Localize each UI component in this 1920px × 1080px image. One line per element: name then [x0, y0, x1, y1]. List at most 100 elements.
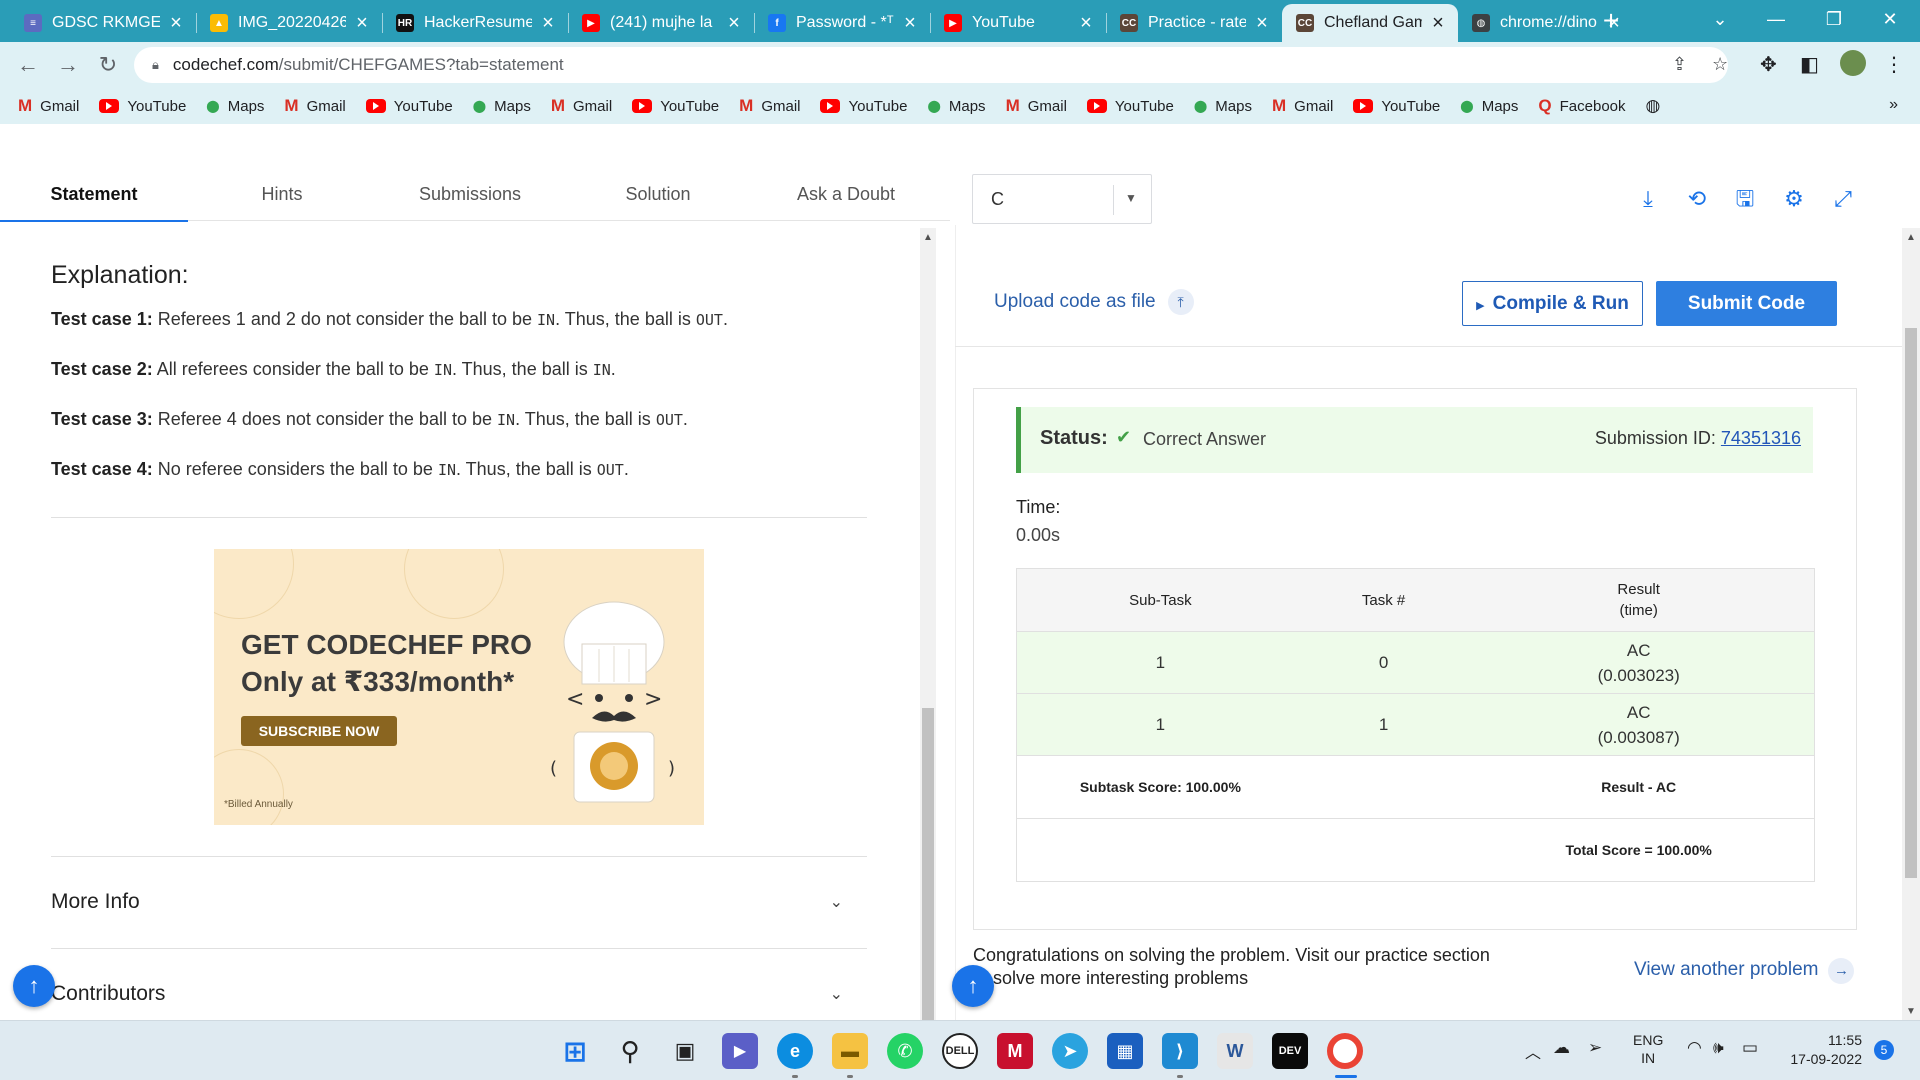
save-icon[interactable]: 🖫︎: [1730, 184, 1760, 214]
tab-search-icon[interactable]: ⌄: [1692, 0, 1748, 38]
scroll-down-icon[interactable]: ▼: [1906, 1006, 1916, 1017]
store-icon[interactable]: ▦: [1107, 1033, 1143, 1069]
codechef-pro-ad[interactable]: GET CODECHEF PRO Only at ₹333/month* SUB…: [214, 549, 704, 825]
bookmark-item[interactable]: YouTube: [820, 98, 907, 115]
close-tab-icon[interactable]: ×: [1428, 12, 1448, 35]
browser-tab[interactable]: f Password - *ᵀ ×: [754, 4, 931, 42]
menu-kebab-icon[interactable]: ⋮: [1884, 52, 1904, 77]
bookmark-item[interactable]: ⬤ Maps: [206, 98, 264, 115]
browser-tab[interactable]: ▲ IMG_20220426 ×: [196, 4, 383, 42]
address-bar[interactable]: 🔒︎ codechef.com/submit/CHEFGAMES?tab=sta…: [134, 47, 1728, 83]
profile-avatar[interactable]: [1840, 50, 1866, 76]
bookmark-item[interactable]: Q Facebook: [1538, 96, 1625, 116]
contributors-accordion[interactable]: Contributors ⌄: [51, 982, 867, 1006]
bookmark-item[interactable]: M Gmail: [1272, 96, 1333, 116]
bookmark-item[interactable]: YouTube: [1353, 98, 1440, 115]
tray-overflow-icon[interactable]: ︿: [1525, 1039, 1541, 1063]
bookmark-item[interactable]: M Gmail: [1006, 96, 1067, 116]
tab-hints[interactable]: Hints: [188, 161, 376, 221]
mcafee-icon[interactable]: M: [997, 1033, 1033, 1069]
scrollbar-thumb[interactable]: [922, 708, 934, 1020]
scrollbar-thumb[interactable]: [1905, 328, 1917, 878]
close-tab-icon[interactable]: ×: [352, 12, 372, 35]
browser-tab[interactable]: ▶ YouTube ×: [930, 4, 1107, 42]
battery-icon[interactable]: ▭: [1742, 1038, 1758, 1058]
browser-tab[interactable]: ▶ (241) mujhe la ×: [568, 4, 755, 42]
reload-icon[interactable]: ↻: [92, 49, 124, 81]
minimize-icon[interactable]: —: [1748, 0, 1804, 38]
close-tab-icon[interactable]: ×: [166, 12, 186, 35]
bookmark-item[interactable]: M Gmail: [739, 96, 800, 116]
location-icon[interactable]: ➢: [1588, 1038, 1602, 1058]
tab-solution[interactable]: Solution: [564, 161, 752, 221]
compile-run-button[interactable]: ▶ Compile & Run: [1462, 281, 1643, 326]
upload-code-link[interactable]: Upload code as file ⤒: [994, 289, 1194, 315]
chrome-icon[interactable]: [1327, 1033, 1363, 1069]
scroll-top-button[interactable]: ↑: [952, 965, 994, 1007]
whatsapp-icon[interactable]: ✆: [887, 1033, 923, 1069]
close-tab-icon[interactable]: ×: [1252, 12, 1272, 35]
chat-icon[interactable]: ▶: [722, 1033, 758, 1069]
settings-gear-icon[interactable]: ⚙: [1779, 184, 1809, 214]
close-tab-icon[interactable]: ×: [538, 12, 558, 35]
scroll-up-icon[interactable]: ▲: [923, 232, 933, 243]
language-select[interactable]: C ▼: [972, 174, 1152, 224]
task-view-icon[interactable]: ▣: [667, 1033, 703, 1069]
edge-icon[interactable]: e: [777, 1033, 813, 1069]
browser-tab[interactable]: HR HackerResume ×: [382, 4, 569, 42]
file-explorer-icon[interactable]: ▬: [832, 1033, 868, 1069]
telegram-icon[interactable]: ➤: [1052, 1033, 1088, 1069]
problem-scrollbar[interactable]: ▲: [920, 228, 936, 1020]
submission-id-link[interactable]: 74351316: [1721, 428, 1801, 448]
search-icon[interactable]: ⚲: [612, 1033, 648, 1069]
volume-icon[interactable]: 🕪︎: [1713, 1038, 1724, 1058]
bookmark-item[interactable]: M Gmail: [284, 96, 345, 116]
share-icon[interactable]: ⇪: [1672, 54, 1687, 75]
bookmark-item[interactable]: YouTube: [99, 98, 186, 115]
browser-tab[interactable]: CC Practice - rate ×: [1106, 4, 1282, 42]
tab-statement[interactable]: Statement: [0, 161, 188, 222]
restore-icon[interactable]: ❐: [1806, 0, 1862, 38]
fullscreen-icon[interactable]: ⤢: [1828, 184, 1858, 214]
back-icon[interactable]: ←: [12, 49, 44, 81]
reset-icon[interactable]: ⟲: [1682, 184, 1712, 214]
new-tab-button[interactable]: +: [1596, 6, 1626, 36]
dev-icon[interactable]: DEV: [1272, 1033, 1308, 1069]
clock[interactable]: 11:55 17-09-2022: [1782, 1031, 1862, 1069]
bookmark-item[interactable]: YouTube: [365, 98, 453, 115]
download-icon[interactable]: ⤓: [1633, 184, 1663, 214]
more-bookmarks-icon[interactable]: »: [1889, 96, 1898, 114]
bookmark-item[interactable]: M Gmail: [551, 96, 612, 116]
bookmark-item[interactable]: ⬤ Maps: [473, 98, 531, 115]
language-indicator[interactable]: ENG IN: [1633, 1031, 1663, 1067]
windows-start-icon[interactable]: ⊞: [557, 1033, 593, 1069]
vscode-icon[interactable]: ⟩: [1162, 1033, 1198, 1069]
wifi-icon[interactable]: ◠: [1687, 1038, 1702, 1058]
close-tab-icon[interactable]: ×: [724, 12, 744, 35]
notification-badge[interactable]: 5: [1874, 1040, 1894, 1060]
view-another-problem-link[interactable]: View another problem →: [1634, 958, 1855, 984]
subscribe-button[interactable]: SUBSCRIBE NOW: [241, 716, 397, 746]
bookmark-item[interactable]: ⬤ Maps: [1194, 98, 1252, 115]
side-panel-icon[interactable]: ◧: [1800, 52, 1819, 77]
extensions-icon[interactable]: ✥: [1760, 52, 1777, 77]
tab-ask-doubt[interactable]: Ask a Doubt: [752, 161, 940, 221]
forward-icon[interactable]: →: [52, 49, 84, 81]
bookmark-item[interactable]: ⬤ Maps: [1460, 98, 1518, 115]
result-scrollbar[interactable]: ▲ ▼: [1902, 228, 1920, 1020]
scroll-up-icon[interactable]: ▲: [1906, 232, 1916, 243]
bookmark-item[interactable]: YouTube: [1086, 98, 1174, 115]
scroll-top-button[interactable]: ↑: [13, 965, 55, 1007]
bookmark-item[interactable]: YouTube: [632, 98, 719, 115]
submit-code-button[interactable]: Submit Code: [1656, 281, 1837, 326]
close-tab-icon[interactable]: ×: [1076, 12, 1096, 35]
bookmark-star-icon[interactable]: ☆: [1712, 54, 1728, 75]
more-info-accordion[interactable]: More Info ⌄: [51, 890, 867, 914]
browser-tab[interactable]: CC Chefland Gam ×: [1282, 4, 1458, 42]
word-icon[interactable]: W: [1217, 1033, 1253, 1069]
close-tab-icon[interactable]: ×: [900, 12, 920, 35]
tab-submissions[interactable]: Submissions: [376, 161, 564, 221]
bookmark-item[interactable]: ⬤ Maps: [927, 98, 985, 115]
dell-icon[interactable]: DELL: [942, 1033, 978, 1069]
globe-icon[interactable]: ◍: [1646, 96, 1661, 116]
